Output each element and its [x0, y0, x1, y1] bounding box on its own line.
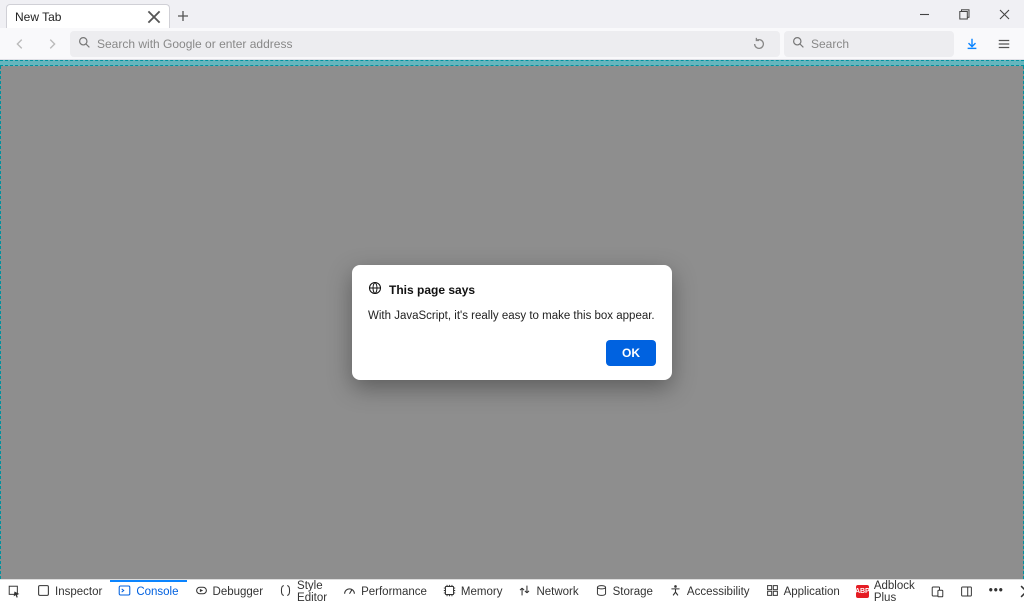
panel-label: Style Editor — [297, 580, 327, 603]
url-input[interactable] — [97, 37, 740, 51]
devtools-toolbar: Inspector Console Debugger Style Editor … — [0, 579, 1024, 603]
panel-accessibility[interactable]: Accessibility — [661, 580, 758, 603]
panel-label: Inspector — [55, 586, 102, 598]
panel-label: Memory — [461, 586, 503, 598]
panel-debugger[interactable]: Debugger — [187, 580, 272, 603]
panel-label: Network — [536, 586, 578, 598]
dialog-title: This page says — [389, 283, 475, 297]
search-icon — [792, 36, 805, 52]
page-viewport: This page says With JavaScript, it's rea… — [0, 66, 1024, 579]
panel-label: Console — [136, 586, 178, 598]
dialog-backdrop: This page says With JavaScript, it's rea… — [1, 66, 1023, 579]
panel-style-editor[interactable]: Style Editor — [271, 580, 335, 603]
reload-button[interactable] — [746, 31, 772, 57]
more-tools-button[interactable]: ••• — [981, 585, 1012, 597]
panel-label: Adblock Plus — [874, 580, 915, 603]
window-controls — [904, 0, 1024, 28]
search-bar[interactable] — [784, 31, 954, 57]
panel-label: Performance — [361, 586, 427, 598]
more-icon: ••• — [989, 585, 1004, 597]
dialog-header: This page says — [368, 281, 656, 298]
forward-button[interactable] — [38, 31, 66, 57]
navbar — [0, 28, 1024, 60]
app-menu-button[interactable] — [990, 31, 1018, 57]
panel-storage[interactable]: Storage — [587, 580, 661, 603]
panel-application[interactable]: Application — [758, 580, 848, 603]
panel-network[interactable]: Network — [510, 580, 586, 603]
storage-icon — [595, 584, 608, 600]
accessibility-icon — [669, 584, 682, 600]
close-tab-icon[interactable] — [147, 10, 161, 24]
ok-button[interactable]: OK — [606, 340, 656, 366]
panel-inspector[interactable]: Inspector — [29, 580, 110, 603]
memory-icon — [443, 584, 456, 600]
url-bar[interactable] — [70, 31, 780, 57]
adblock-icon: ABP — [856, 585, 869, 598]
globe-icon — [368, 281, 382, 298]
panel-label: Application — [784, 586, 840, 598]
debugger-icon — [195, 584, 208, 600]
responsive-design-button[interactable] — [923, 585, 952, 598]
close-devtools-button[interactable] — [1012, 585, 1024, 598]
titlebar-spacer — [196, 0, 904, 28]
panel-label: Debugger — [213, 586, 264, 598]
network-icon — [518, 584, 531, 600]
performance-icon — [343, 584, 356, 600]
application-icon — [766, 584, 779, 600]
new-tab-button[interactable] — [170, 4, 196, 28]
titlebar: New Tab — [0, 0, 1024, 28]
tab-title: New Tab — [15, 10, 141, 24]
panel-adblock[interactable]: ABP Adblock Plus — [848, 580, 923, 603]
dock-side-button[interactable] — [952, 585, 981, 598]
panel-label: Accessibility — [687, 586, 750, 598]
maximize-button[interactable] — [944, 0, 984, 28]
style-editor-icon — [279, 584, 292, 600]
browser-tab[interactable]: New Tab — [6, 4, 170, 28]
panel-label: Storage — [613, 586, 653, 598]
panel-console[interactable]: Console — [110, 580, 186, 603]
downloads-button[interactable] — [958, 31, 986, 57]
dialog-footer: OK — [368, 340, 656, 366]
console-icon — [118, 584, 131, 600]
panel-performance[interactable]: Performance — [335, 580, 435, 603]
minimize-button[interactable] — [904, 0, 944, 28]
search-input[interactable] — [811, 37, 946, 51]
element-picker-button[interactable] — [0, 580, 29, 603]
devtools-right-controls: ••• — [923, 585, 1024, 598]
alert-dialog: This page says With JavaScript, it's rea… — [352, 265, 672, 380]
close-window-button[interactable] — [984, 0, 1024, 28]
dialog-message: With JavaScript, it's really easy to mak… — [368, 310, 656, 322]
search-icon — [78, 36, 91, 52]
inspector-icon — [37, 584, 50, 600]
back-button[interactable] — [6, 31, 34, 57]
panel-memory[interactable]: Memory — [435, 580, 511, 603]
